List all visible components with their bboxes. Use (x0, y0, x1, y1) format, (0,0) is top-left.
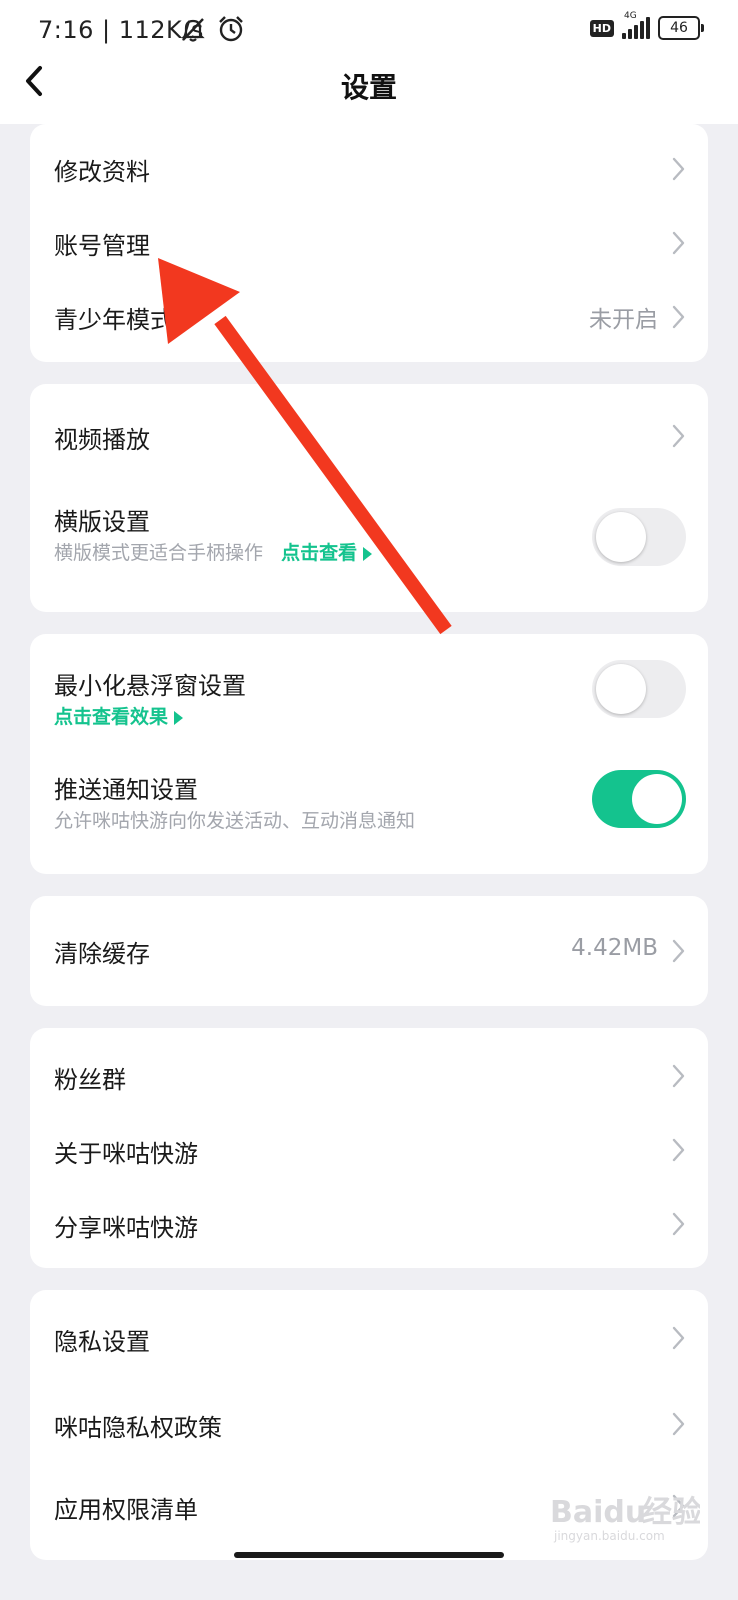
bell-muted-icon (178, 14, 208, 48)
teen-mode-status: 未开启 (589, 307, 658, 333)
status-icons-left (178, 14, 246, 48)
chevron-right-icon (672, 939, 685, 963)
landscape-view-link[interactable]: 点击查看 (281, 542, 373, 564)
privacy-settings-row[interactable]: 隐私设置 (30, 1294, 708, 1378)
video-playback-row[interactable]: 视频播放 (30, 396, 708, 476)
status-icons-right: HD 4G 46 (589, 11, 704, 40)
landscape-settings-desc: 横版模式更适合手柄操作 点击查看 (54, 538, 373, 565)
teen-mode-label: 青少年模式 (54, 306, 174, 334)
about-app-row[interactable]: 关于咪咕快游 (30, 1112, 708, 1186)
toggle-knob (596, 664, 646, 714)
toggle-knob (632, 774, 682, 824)
floating-window-link-wrap: 点击查看效果 (54, 702, 184, 729)
about-app-label: 关于咪咕快游 (54, 1140, 198, 1168)
clear-cache-row[interactable]: 清除缓存 4.42MB (30, 896, 708, 1006)
floating-window-toggle[interactable] (592, 660, 686, 718)
push-notification-row: 推送通知设置 允许咪咕快游向你发送活动、互动消息通知 (30, 754, 708, 864)
privacy-policy-row[interactable]: 咪咕隐私权政策 (30, 1382, 708, 1466)
landscape-desc-text: 横版模式更适合手柄操作 (54, 542, 264, 564)
floating-window-label: 最小化悬浮窗设置 (54, 672, 246, 700)
chevron-right-icon (672, 1064, 685, 1088)
chevron-right-icon (672, 1326, 685, 1350)
share-app-label: 分享咪咕快游 (54, 1214, 198, 1242)
chevron-right-icon (672, 424, 685, 448)
storage-group: 清除缓存 4.42MB (30, 896, 708, 1006)
display-group: 视频播放 横版设置 横版模式更适合手柄操作 点击查看 (30, 384, 708, 612)
cache-size: 4.42MB (571, 935, 658, 961)
teen-mode-row[interactable]: 青少年模式 未开启 (30, 278, 708, 352)
hd-badge: HD (589, 19, 614, 37)
permissions-list-label: 应用权限清单 (54, 1496, 198, 1524)
nav-header: 设置 (0, 64, 738, 124)
about-group: 粉丝群 关于咪咕快游 分享咪咕快游 (30, 1028, 708, 1268)
privacy-policy-label: 咪咕隐私权政策 (54, 1414, 222, 1442)
video-playback-label: 视频播放 (54, 426, 150, 454)
alarm-clock-icon (216, 14, 246, 48)
baidu-watermark: Baidu 经验 jingyan.baidu.com (550, 1495, 700, 1543)
share-app-row[interactable]: 分享咪咕快游 (30, 1186, 708, 1260)
account-group: 修改资料 账号管理 青少年模式 未开启 (30, 124, 708, 362)
account-management-row[interactable]: 账号管理 (30, 204, 708, 278)
chevron-right-icon (672, 1412, 685, 1436)
push-notification-desc: 允许咪咕快游向你发送活动、互动消息通知 (54, 810, 416, 832)
edit-profile-row[interactable]: 修改资料 (30, 124, 708, 214)
floating-window-row: 最小化悬浮窗设置 点击查看效果 (30, 644, 708, 744)
page-title: 设置 (340, 71, 397, 104)
status-bar: 7:16 | 112K/s HD 4G 46 (0, 0, 738, 64)
floating-window-view-link[interactable]: 点击查看效果 (54, 706, 184, 728)
watermark-url: jingyan.baidu.com (553, 1529, 665, 1543)
battery-level: 46 (670, 20, 688, 36)
network-label: 4G (624, 11, 637, 21)
chevron-right-icon (672, 1212, 685, 1236)
signal-icon: 4G (622, 11, 650, 39)
home-indicator[interactable] (234, 1552, 504, 1558)
watermark-brand: Baidu (550, 1495, 646, 1530)
clear-cache-label: 清除缓存 (54, 940, 150, 968)
chevron-right-icon (672, 231, 685, 255)
landscape-toggle[interactable] (592, 508, 686, 566)
fans-group-row[interactable]: 粉丝群 (30, 1038, 708, 1112)
chevron-right-icon (672, 305, 685, 329)
watermark-chinese: 经验 (642, 1495, 700, 1530)
push-notification-label: 推送通知设置 (54, 776, 198, 804)
notification-group: 最小化悬浮窗设置 点击查看效果 推送通知设置 允许咪咕快游向你发送活动、互动消息… (30, 634, 708, 874)
battery-icon: 46 (658, 16, 704, 40)
landscape-settings-label: 横版设置 (54, 508, 150, 536)
account-management-label: 账号管理 (54, 232, 150, 260)
push-notification-toggle[interactable] (592, 770, 686, 828)
landscape-settings-row: 横版设置 横版模式更适合手柄操作 点击查看 (30, 484, 708, 594)
fans-group-label: 粉丝群 (54, 1066, 126, 1094)
toggle-knob (596, 512, 646, 562)
privacy-settings-label: 隐私设置 (54, 1328, 150, 1356)
chevron-right-icon (672, 157, 685, 181)
edit-profile-label: 修改资料 (54, 158, 150, 186)
chevron-right-icon (672, 1138, 685, 1162)
